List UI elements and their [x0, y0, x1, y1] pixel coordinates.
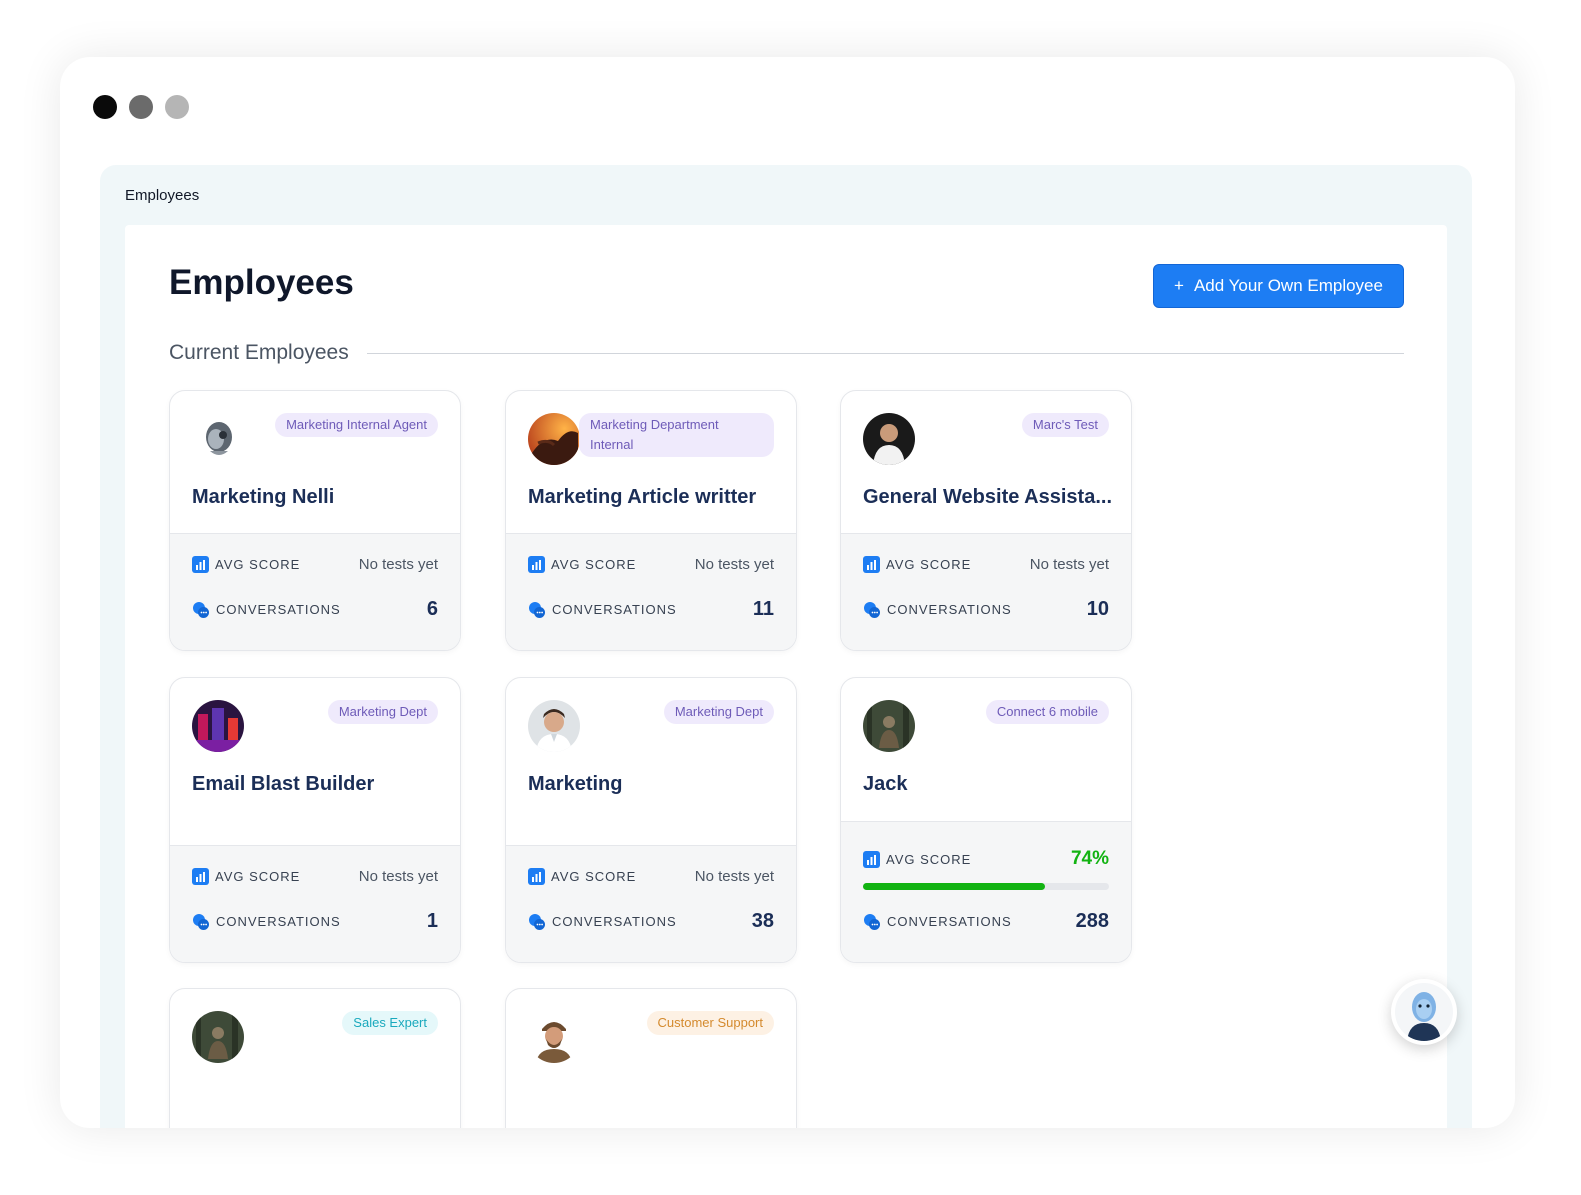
bar-chart-icon: [863, 850, 880, 868]
chat-bubbles-icon: [193, 601, 209, 618]
employee-tag: Marketing Dept: [327, 700, 438, 724]
conversations-label: CONVERSATIONS: [552, 914, 677, 929]
avg-score-label: AVG SCORE: [886, 851, 972, 867]
employee-tag: Sales Expert: [342, 1011, 438, 1035]
content-panel: Employees Employees + Add Your Own Emplo…: [100, 165, 1472, 1128]
ai-assistant-avatar: [1395, 983, 1453, 1041]
conversations-count: 11: [752, 598, 774, 620]
avg-score-label: AVG SCORE: [551, 557, 637, 572]
conversations-label: CONVERSATIONS: [887, 602, 1012, 617]
chat-bubbles-icon: [864, 601, 880, 618]
employee-tag: Marketing Internal Agent: [275, 413, 438, 437]
chat-bubbles-icon: [529, 601, 545, 618]
avg-score-value: No tests yet: [694, 556, 774, 573]
app-window: Employees Employees + Add Your Own Emplo…: [60, 57, 1515, 1128]
employee-card[interactable]: Marc's Test General Website Assista... A…: [840, 390, 1132, 651]
employee-tag: Marc's Test: [1021, 413, 1109, 437]
employee-card[interactable]: Connect 6 mobile Jack AVG SCORE 74% CONV…: [840, 677, 1132, 963]
window-minimize-dot[interactable]: [129, 95, 153, 119]
businessman-avatar: [528, 700, 580, 752]
avg-score-label: AVG SCORE: [551, 869, 637, 884]
main-area: Employees + Add Your Own Employee Curren…: [125, 225, 1447, 1128]
bearded-man-cap-avatar: [528, 1011, 580, 1063]
section-header: Current Employees: [169, 341, 1404, 365]
employee-tag: Marketing Dept: [663, 700, 774, 724]
chat-bubbles-icon: [529, 913, 545, 930]
avg-score-value: No tests yet: [1029, 556, 1109, 573]
avg-score-value: No tests yet: [694, 868, 774, 885]
window-close-dot[interactable]: [93, 95, 117, 119]
plus-icon: +: [1174, 276, 1184, 295]
employee-card[interactable]: Marketing Department Internal Marketing …: [505, 390, 797, 651]
employee-card[interactable]: Marketing Internal Agent Marketing Nelli…: [169, 390, 461, 651]
breadcrumb[interactable]: Employees: [125, 187, 199, 204]
avg-score-label: AVG SCORE: [215, 557, 301, 572]
avg-score-value: 74%: [1070, 848, 1109, 869]
employee-name[interactable]: Jack: [863, 773, 1115, 796]
conversations-count: 38: [751, 910, 774, 932]
avg-score-value: No tests yet: [358, 556, 438, 573]
employee-tag: Connect 6 mobile: [985, 700, 1109, 724]
employee-name[interactable]: Marketing Nelli: [192, 486, 444, 509]
score-progress-bar: [863, 883, 1109, 890]
add-employee-button[interactable]: + Add Your Own Employee: [1153, 264, 1404, 308]
avg-score-label: AVG SCORE: [215, 869, 301, 884]
man-portrait-avatar: [863, 413, 915, 465]
employee-card[interactable]: Sales Expert: [169, 988, 461, 1128]
conversations-label: CONVERSATIONS: [216, 602, 341, 617]
bar-chart-icon: [192, 556, 209, 573]
conversations-count: 10: [1086, 598, 1109, 620]
conversations-label: CONVERSATIONS: [887, 914, 1012, 929]
chat-bubbles-icon: [864, 913, 880, 930]
employee-card[interactable]: Marketing Dept Email Blast Builder AVG S…: [169, 677, 461, 963]
employee-name[interactable]: Marketing Article writter: [528, 486, 780, 509]
forest-figure-avatar: [863, 700, 915, 752]
employee-tag: Marketing Department Internal: [579, 413, 774, 457]
section-divider: [366, 352, 1404, 354]
employee-card[interactable]: Customer Support: [505, 988, 797, 1128]
bar-chart-icon: [863, 556, 880, 573]
section-title: Current Employees: [169, 341, 349, 364]
chat-bubbles-icon: [193, 913, 209, 930]
forest-figure-avatar: [192, 1011, 244, 1063]
add-employee-label: Add Your Own Employee: [1193, 276, 1383, 295]
employee-card[interactable]: Marketing Dept Marketing AVG SCORE No te…: [505, 677, 797, 963]
page-title: Employees: [169, 263, 354, 302]
conversations-count: 6: [426, 598, 438, 620]
employee-tag: Customer Support: [646, 1011, 774, 1035]
neon-city-avatar: [192, 700, 244, 752]
bar-chart-icon: [528, 868, 545, 885]
conversations-label: CONVERSATIONS: [552, 602, 677, 617]
bar-chart-icon: [192, 868, 209, 885]
avg-score-value: No tests yet: [358, 868, 438, 885]
robot-head-avatar: [192, 413, 244, 465]
bar-chart-icon: [528, 556, 545, 573]
conversations-count: 288: [1075, 910, 1109, 932]
employee-name[interactable]: General Website Assista...: [863, 486, 1115, 509]
window-controls: [93, 95, 189, 119]
conversations-label: CONVERSATIONS: [216, 914, 341, 929]
dragon-sunset-avatar: [528, 413, 580, 465]
score-progress-fill: [863, 883, 1046, 890]
employee-name[interactable]: Marketing: [528, 773, 780, 796]
conversations-count: 1: [426, 910, 438, 932]
window-maximize-dot[interactable]: [165, 95, 189, 119]
employee-name[interactable]: Email Blast Builder: [192, 773, 444, 796]
assistant-chat-button[interactable]: [1391, 979, 1457, 1045]
avg-score-label: AVG SCORE: [886, 557, 972, 572]
